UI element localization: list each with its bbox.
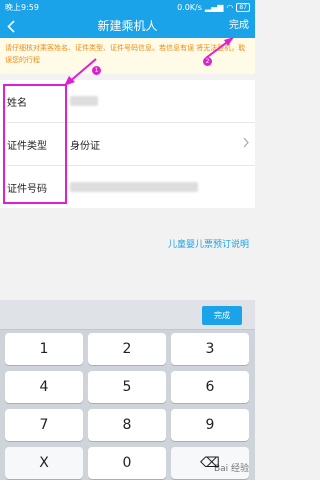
status-right: 0.0K/s ▂▄▆ ◠ 87: [177, 2, 250, 12]
keyboard-done-button[interactable]: 完成: [202, 306, 242, 325]
battery-level: 87: [236, 2, 250, 12]
child-ticket-info-link[interactable]: 儿童婴儿票预订说明: [168, 237, 249, 250]
key-9[interactable]: 9: [171, 409, 249, 441]
key-5[interactable]: 5: [88, 371, 166, 403]
id-type-value: 身份证: [70, 140, 100, 152]
key-2[interactable]: 2: [88, 333, 166, 365]
key-7[interactable]: 7: [5, 409, 83, 441]
wifi-icon: ◠: [226, 2, 234, 12]
annotation-highlight-box: [3, 84, 67, 204]
key-4[interactable]: 4: [5, 371, 83, 403]
key-X[interactable]: X: [5, 447, 83, 479]
status-time: 晚上9:59: [5, 2, 39, 12]
id-number-input[interactable]: [70, 182, 198, 192]
key-8[interactable]: 8: [88, 409, 166, 441]
watermark: Bai 经验: [213, 464, 249, 474]
key-3[interactable]: 3: [171, 333, 249, 365]
chevron-left-icon: [7, 19, 15, 33]
key-1[interactable]: 1: [5, 333, 83, 365]
annotation-badge-1: 1: [92, 66, 101, 75]
signal-icon: ▂▄▆: [204, 2, 224, 12]
annotation-badge-2: 2: [203, 57, 212, 66]
key-6[interactable]: 6: [171, 371, 249, 403]
numeric-keyboard: 完成 1 2 3 4 5 6 7 8 9 X 0 ⌫: [0, 300, 255, 480]
network-speed: 0.0K/s: [177, 2, 202, 12]
keyboard-toolbar: 完成: [0, 300, 255, 330]
status-bar: 晚上9:59 0.0K/s ▂▄▆ ◠ 87: [0, 0, 255, 14]
chevron-right-icon: [243, 137, 249, 151]
key-0[interactable]: 0: [88, 447, 166, 479]
name-input[interactable]: [70, 96, 98, 106]
back-button[interactable]: [0, 14, 22, 38]
